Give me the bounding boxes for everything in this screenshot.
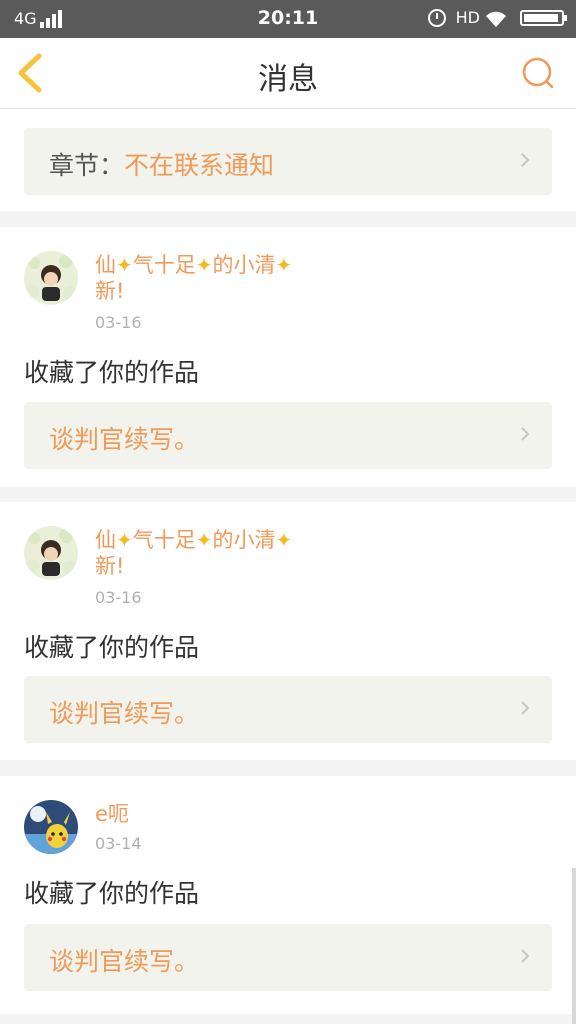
sparkle-icon: ✦ bbox=[116, 528, 133, 552]
hd-indicator: HD bbox=[455, 8, 480, 27]
wifi-icon bbox=[486, 11, 506, 27]
chapter-label: 章节： bbox=[49, 151, 125, 180]
message-date: 03-16 bbox=[95, 313, 142, 332]
notification-card: 章节：不在联系通知 bbox=[0, 109, 576, 211]
message-date: 03-14 bbox=[95, 834, 142, 853]
work-title: 谈判官续写。 bbox=[49, 947, 200, 976]
username[interactable]: e呃 bbox=[95, 801, 355, 827]
sparkle-icon: ✦ bbox=[275, 253, 293, 277]
search-icon[interactable] bbox=[520, 55, 556, 91]
work-link[interactable]: 谈判官续写。 bbox=[24, 402, 552, 469]
work-title: 谈判官续写。 bbox=[49, 699, 200, 728]
message-action: 收藏了你的作品 bbox=[24, 633, 200, 662]
chapter-link[interactable]: 章节：不在联系通知 bbox=[24, 128, 552, 195]
work-title: 谈判官续写。 bbox=[49, 425, 200, 454]
chevron-right-icon bbox=[521, 153, 530, 167]
battery-fill bbox=[524, 14, 558, 22]
page-title: 消息 bbox=[258, 62, 318, 97]
nav-bar: 消息 bbox=[0, 38, 576, 109]
chapter-title: 不在联系通知 bbox=[124, 151, 275, 180]
message-date: 03-16 bbox=[95, 588, 142, 607]
chevron-right-icon bbox=[521, 427, 530, 441]
notification-card: 仙✦气十足✦的小清✦ 新! 03-16 收藏了你的作品 谈判官续写。 bbox=[0, 502, 576, 760]
alarm-icon bbox=[428, 9, 446, 27]
notification-card: e呃 03-14 收藏了你的作品 谈判官续写。 bbox=[0, 776, 576, 1014]
work-link[interactable]: 谈判官续写。 bbox=[24, 924, 552, 991]
chevron-right-icon bbox=[521, 949, 530, 963]
battery-icon bbox=[520, 10, 567, 26]
sparkle-icon: ✦ bbox=[195, 253, 213, 277]
message-action: 收藏了你的作品 bbox=[24, 358, 200, 387]
notification-card: 仙✦气十足✦的小清✦ 新! 03-16 收藏了你的作品 谈判官续写。 bbox=[0, 227, 576, 487]
chevron-right-icon bbox=[521, 701, 530, 715]
work-link[interactable]: 谈判官续写。 bbox=[24, 676, 552, 743]
avatar[interactable] bbox=[24, 526, 78, 580]
avatar[interactable] bbox=[24, 251, 78, 305]
sparkle-icon: ✦ bbox=[116, 253, 133, 277]
avatar[interactable] bbox=[24, 800, 78, 854]
status-bar: 4G 20:11 HD bbox=[0, 0, 576, 38]
sparkle-icon: ✦ bbox=[195, 528, 213, 552]
scrollbar[interactable] bbox=[572, 868, 576, 1024]
username[interactable]: 仙✦气十足✦的小清✦ 新! bbox=[95, 527, 355, 579]
username[interactable]: 仙✦气十足✦的小清✦ 新! bbox=[95, 252, 355, 304]
sparkle-icon: ✦ bbox=[275, 528, 293, 552]
message-action: 收藏了你的作品 bbox=[24, 879, 200, 908]
